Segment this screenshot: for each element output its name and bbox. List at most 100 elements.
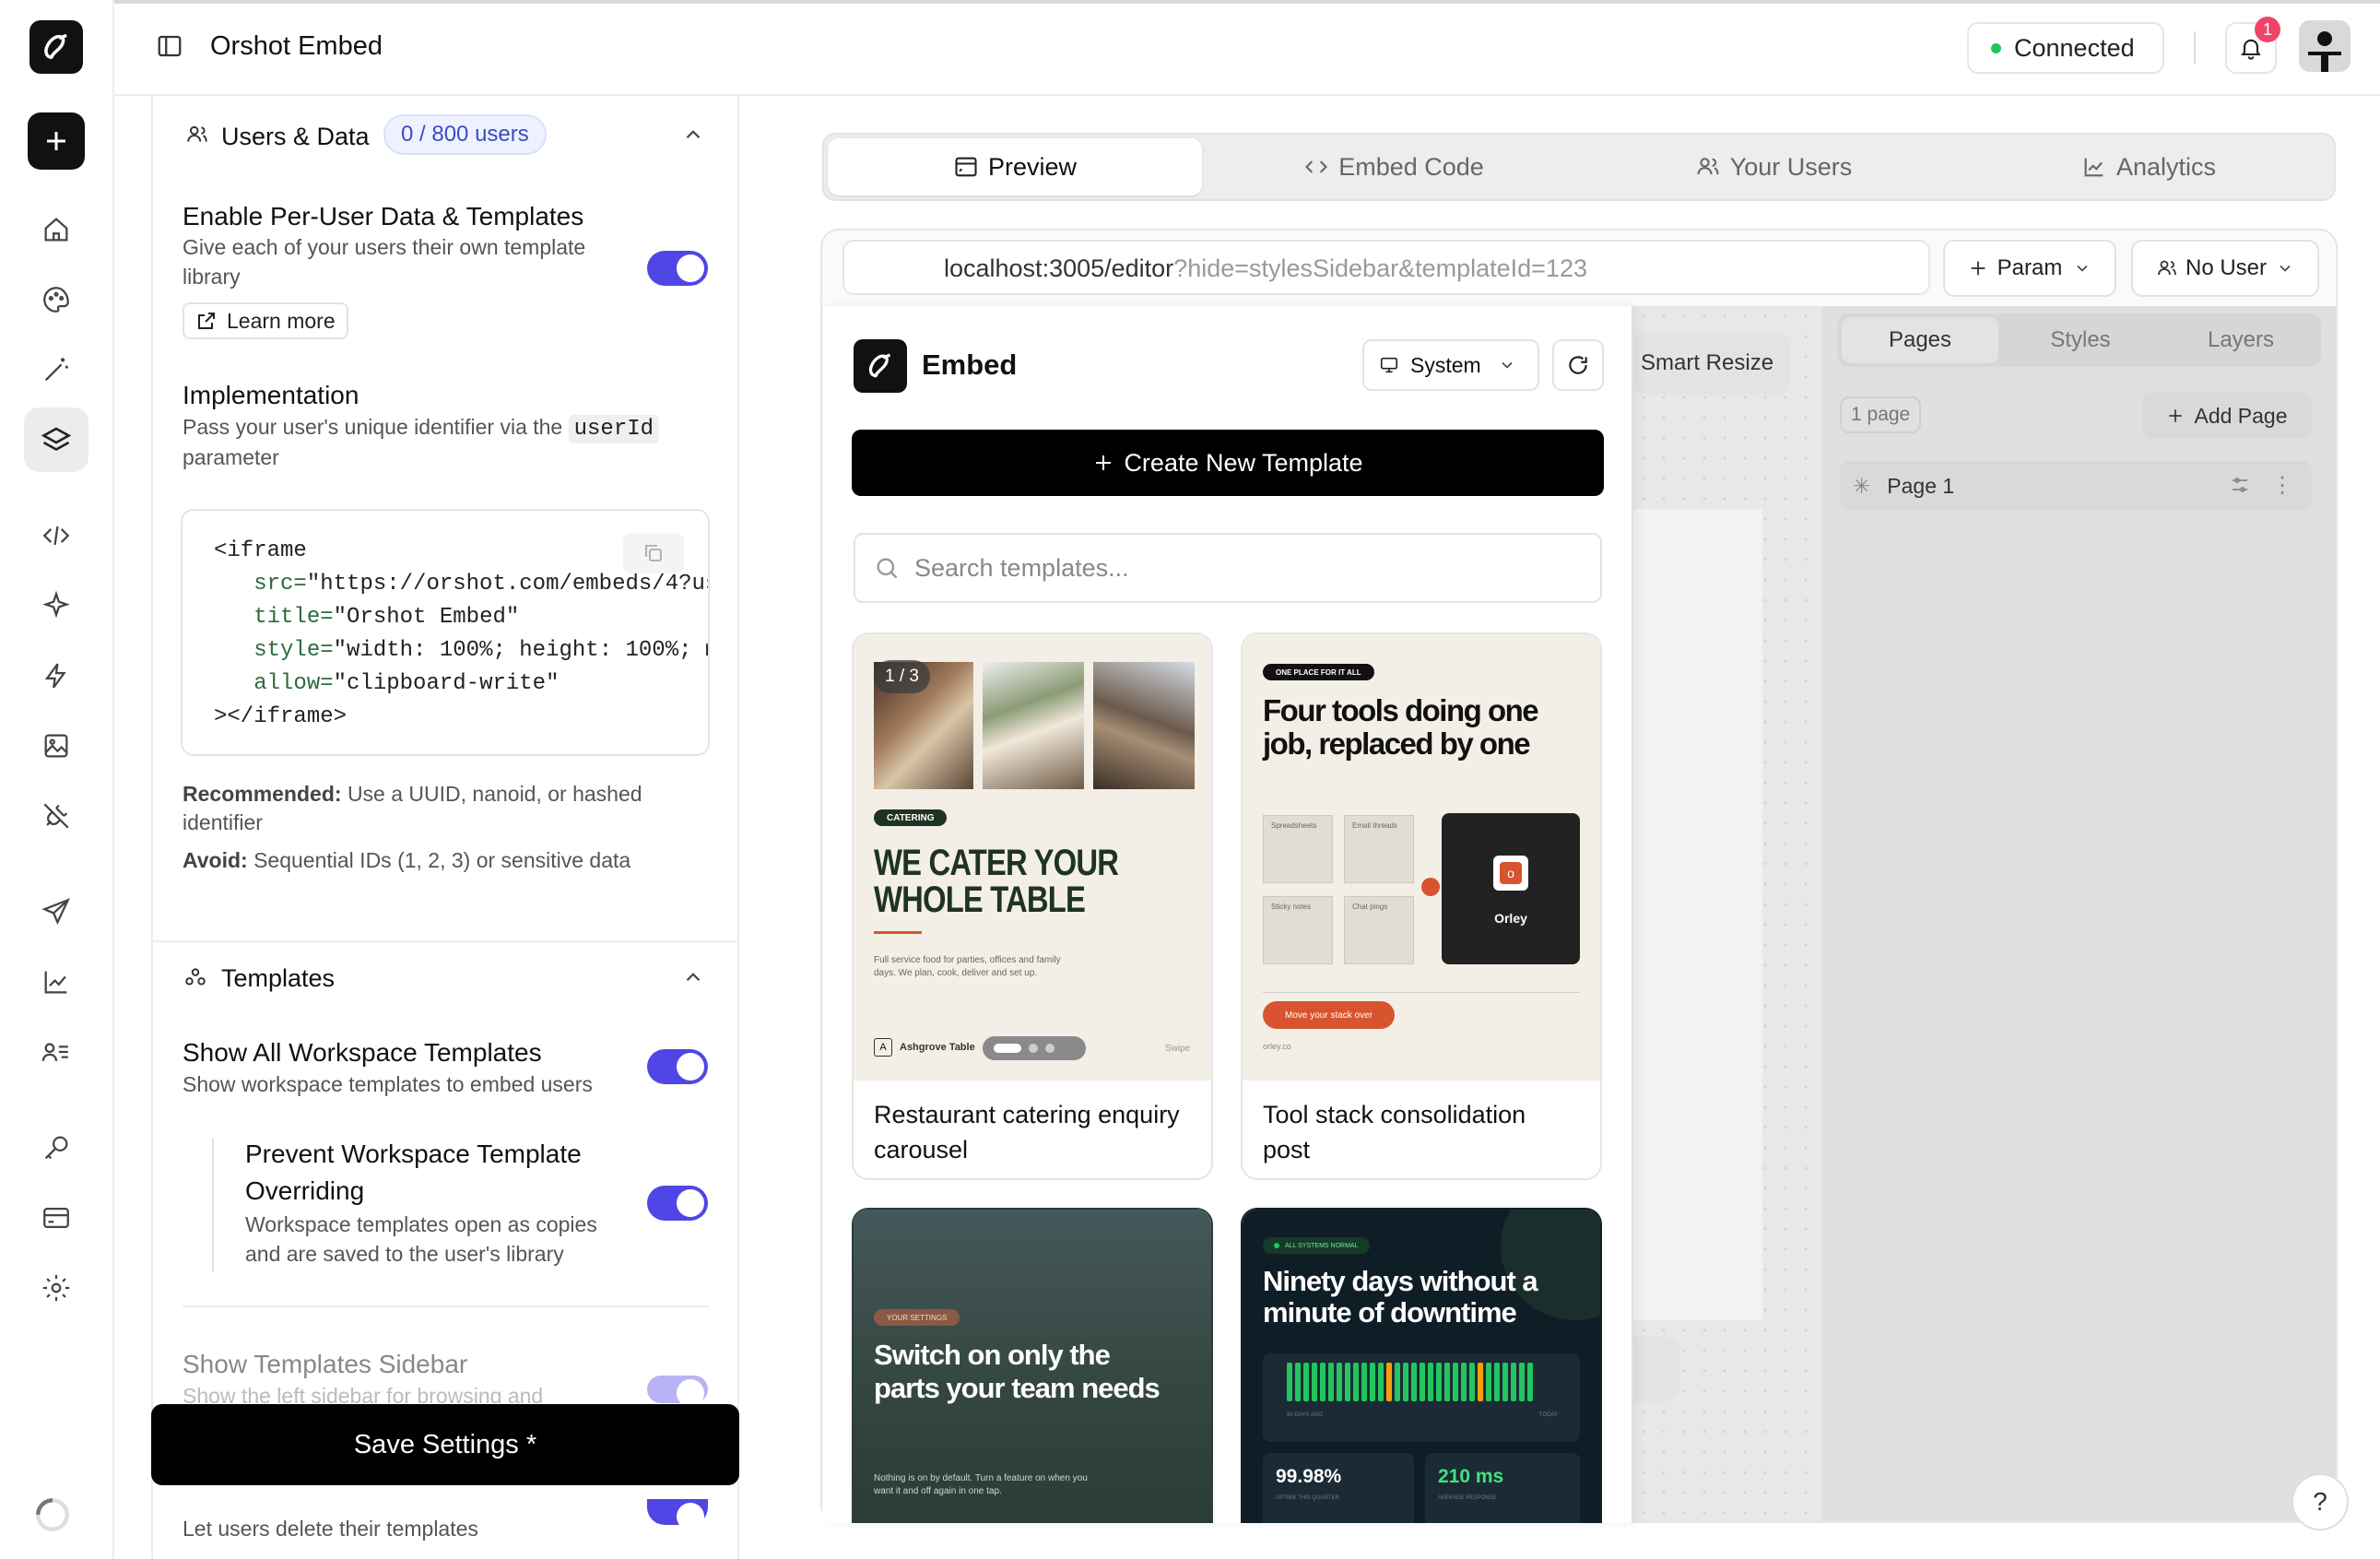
headline-line2: parts your team needs: [874, 1372, 1161, 1404]
stat-uptime-label: UPTIME THIS QUARTER: [1276, 1495, 1339, 1501]
stat-response-value: 210 ms: [1438, 1466, 1504, 1487]
right-tab-styles[interactable]: Styles: [2002, 317, 2159, 363]
param-button[interactable]: Param: [1943, 240, 2116, 297]
tool-label: Email threads: [1352, 821, 1397, 830]
search-templates-input[interactable]: Search templates...: [854, 533, 1602, 603]
prevent-override-desc-line2: and are saved to the user's library: [245, 1242, 564, 1266]
user-select[interactable]: No User: [2131, 240, 2319, 297]
enable-per-user-toggle[interactable]: [647, 251, 708, 286]
billing-card-icon[interactable]: [37, 1199, 76, 1237]
uptime-bar: [1353, 1363, 1359, 1401]
tab-your-users[interactable]: Your Users: [1584, 135, 1963, 199]
magic-wand-icon[interactable]: [37, 350, 76, 389]
tab-analytics[interactable]: Analytics: [1963, 135, 2334, 199]
plug-icon[interactable]: [37, 797, 76, 835]
uptime-bar: [1386, 1363, 1392, 1401]
embed-title: Embed: [922, 348, 1018, 381]
uptime-bar: [1453, 1363, 1458, 1401]
tab-preview[interactable]: Preview: [828, 138, 1202, 195]
refresh-icon: [1566, 353, 1590, 377]
uptime-bar: [1370, 1363, 1375, 1401]
tab-embed-code[interactable]: Embed Code: [1204, 135, 1584, 199]
code-attr-style: style=: [253, 638, 334, 663]
code-value-src: "https://orshot.com/embeds/4?us: [306, 572, 710, 596]
param-label: Param: [1997, 255, 2063, 280]
send-icon[interactable]: [37, 892, 76, 931]
chevron-down-icon: [1498, 356, 1516, 374]
tool-label: Sticky notes: [1271, 903, 1312, 911]
lightning-icon[interactable]: [37, 656, 76, 695]
home-icon[interactable]: [37, 210, 76, 249]
headline-line2: minute of downtime: [1263, 1296, 1517, 1329]
new-button[interactable]: [28, 112, 85, 170]
delete-templates-toggle[interactable]: [647, 1499, 708, 1530]
smart-resize-button[interactable]: Smart Resize: [1633, 332, 1790, 395]
help-button[interactable]: ?: [2292, 1473, 2349, 1530]
dot: [1029, 1044, 1038, 1053]
show-sidebar-toggle[interactable]: [647, 1376, 708, 1407]
monitor-icon: [1379, 355, 1399, 375]
save-settings-button[interactable]: Save Settings *: [151, 1404, 739, 1485]
implementation-title: Implementation: [183, 381, 359, 409]
orshot-logo[interactable]: [29, 20, 83, 74]
users-list-icon[interactable]: [37, 1033, 76, 1071]
create-new-template-label: Create New Template: [1124, 448, 1363, 477]
add-page-button[interactable]: Add Page: [2142, 393, 2312, 439]
key-icon[interactable]: [37, 1128, 76, 1167]
chart-icon[interactable]: [37, 963, 76, 1001]
bars-right-label: TODAY: [1538, 1412, 1558, 1418]
uptime-bar: [1328, 1363, 1334, 1401]
status-dot-icon: [1991, 42, 2001, 53]
stat-response-label: AVERAGE RESPONSE: [1438, 1495, 1497, 1501]
enable-per-user-title: Enable Per-User Data & Templates: [183, 202, 584, 230]
headline-line2: WHOLE TABLE: [874, 880, 1086, 920]
chevron-up-icon[interactable]: [675, 116, 712, 153]
template-card-restaurant[interactable]: 1 / 3 CATERING WE CATER YOUR WHOLE TABLE…: [852, 632, 1213, 1180]
carousel-dots[interactable]: [983, 1036, 1086, 1060]
more-vertical-icon[interactable]: ⋮: [2271, 472, 2293, 499]
status-dot-icon: [1274, 1243, 1279, 1248]
prevent-override-title-line2: Overriding: [245, 1176, 365, 1205]
editor-url-field[interactable]: localhost:3005/editor?hide=stylesSidebar…: [842, 240, 1930, 295]
headline-line1: Ninety days without a: [1263, 1265, 1538, 1297]
headline-line1: Four tools doing one: [1263, 693, 1539, 727]
template-card-settings[interactable]: YOUR SETTINGS Switch on only the parts y…: [852, 1208, 1213, 1523]
sparkle-icon[interactable]: [37, 586, 76, 625]
create-new-template-button[interactable]: Create New Template: [852, 430, 1604, 496]
sidebar-toggle-icon[interactable]: [151, 28, 188, 65]
right-tab-pages[interactable]: Pages: [1842, 317, 1998, 363]
settings-gear-icon[interactable]: [37, 1269, 76, 1307]
recommended-label: Recommended:: [183, 782, 342, 806]
avatar[interactable]: [2299, 20, 2351, 72]
catering-tag: CATERING: [874, 809, 948, 826]
uptime-bar: [1361, 1363, 1367, 1401]
template-card-title-line1: Restaurant catering enquiry: [874, 1101, 1180, 1128]
prevent-override-toggle[interactable]: [647, 1186, 708, 1221]
small-copy-2: days. We plan, cook, deliver and set up.: [874, 968, 1038, 978]
chevron-up-icon[interactable]: [675, 959, 712, 996]
uptime-bar: [1320, 1363, 1325, 1401]
code-icon[interactable]: [37, 516, 76, 555]
show-all-templates-toggle[interactable]: [647, 1049, 708, 1084]
layers-icon[interactable]: [24, 407, 88, 472]
theme-select[interactable]: System: [1362, 339, 1539, 391]
template-card-tool-stack[interactable]: ONE PLACE FOR IT ALL Four tools doing on…: [1241, 632, 1602, 1180]
refresh-button[interactable]: [1552, 339, 1604, 391]
page-list-item[interactable]: ✳ Page 1 ⋮: [1840, 461, 2312, 511]
orley-card: o Orley: [1442, 813, 1580, 964]
palette-icon[interactable]: [37, 280, 76, 319]
show-sidebar-title: Show Templates Sidebar: [183, 1350, 468, 1378]
site-url: orley.co: [1263, 1042, 1291, 1051]
tab-analytics-label: Analytics: [2115, 152, 2217, 181]
divider: [2194, 31, 2196, 65]
right-tab-layers[interactable]: Layers: [2162, 317, 2319, 363]
sliders-icon[interactable]: [2229, 474, 2251, 496]
learn-more-button[interactable]: Learn more: [183, 302, 348, 339]
tag-label: ALL SYSTEMS NORMAL: [1285, 1242, 1359, 1249]
template-card-uptime[interactable]: ALL SYSTEMS NORMAL Ninety days without a…: [1241, 1208, 1602, 1523]
users-count-badge: 0 / 800 users: [383, 114, 547, 155]
canvas-tool-button[interactable]: [1633, 1337, 1679, 1401]
copy-code-button[interactable]: [623, 533, 684, 573]
bars-left-label: 90 DAYS AGO: [1287, 1412, 1323, 1418]
image-icon[interactable]: [37, 726, 76, 765]
